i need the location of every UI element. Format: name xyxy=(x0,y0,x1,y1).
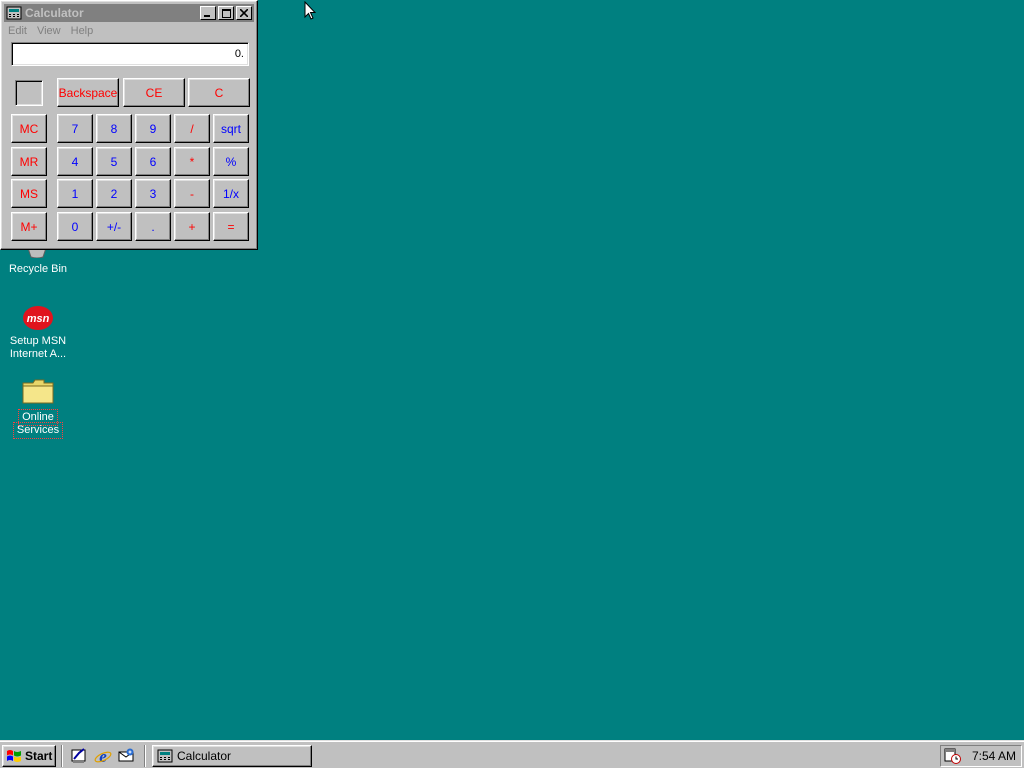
menu-bar: Edit View Help xyxy=(4,22,254,40)
desktop-icon-setup-msn[interactable]: msn Setup MSN Internet A... xyxy=(3,305,73,361)
sign-toggle-button[interactable]: +/- xyxy=(96,212,132,241)
memory-recall-button[interactable]: MR xyxy=(11,147,47,176)
backspace-button[interactable]: Backspace xyxy=(57,78,119,107)
digit-2-button[interactable]: 2 xyxy=(96,179,132,208)
reciprocal-button[interactable]: 1/x xyxy=(213,179,249,208)
calculator-app-icon xyxy=(6,6,22,20)
menu-help[interactable]: Help xyxy=(71,25,94,37)
digit-0-button[interactable]: 0 xyxy=(57,212,93,241)
percent-button[interactable]: % xyxy=(213,147,249,176)
calculator-display: 0. xyxy=(11,42,249,66)
multiply-button[interactable]: * xyxy=(174,147,210,176)
memory-add-button[interactable]: M+ xyxy=(11,212,47,241)
digit-1-button[interactable]: 1 xyxy=(57,179,93,208)
outlook-express-icon[interactable] xyxy=(117,747,135,765)
maximize-button[interactable] xyxy=(218,6,234,20)
sqrt-button[interactable]: sqrt xyxy=(213,114,249,143)
svg-text:e: e xyxy=(99,747,107,765)
minimize-button[interactable] xyxy=(200,6,216,20)
icon-label: Setup MSN xyxy=(9,335,67,347)
subtract-button[interactable]: - xyxy=(174,179,210,208)
memory-indicator xyxy=(15,80,43,106)
memory-clear-button[interactable]: MC xyxy=(11,114,47,143)
clear-entry-button[interactable]: CE xyxy=(123,78,185,107)
system-tray: 7:54 AM xyxy=(940,745,1022,767)
desktop-icon-recycle-bin[interactable]: Recycle Bin xyxy=(3,263,73,276)
digit-3-button[interactable]: 3 xyxy=(135,179,171,208)
icon-label: Recycle Bin xyxy=(8,263,68,275)
close-button[interactable] xyxy=(236,6,252,20)
icon-label: Services xyxy=(12,422,64,439)
taskbar-button-calculator[interactable]: Calculator xyxy=(152,745,312,767)
msn-logo-icon: msn xyxy=(22,305,54,331)
internet-explorer-icon[interactable]: e xyxy=(94,747,112,766)
icon-label: Internet A... xyxy=(9,348,67,360)
taskbar-separator xyxy=(61,745,63,767)
digit-5-button[interactable]: 5 xyxy=(96,147,132,176)
icon-label: Online xyxy=(18,409,58,426)
calculator-titlebar[interactable]: Calculator xyxy=(4,4,254,22)
maximize-icon xyxy=(221,8,231,18)
add-button[interactable]: + xyxy=(174,212,210,241)
menu-view[interactable]: View xyxy=(37,25,61,37)
equals-button[interactable]: = xyxy=(213,212,249,241)
task-label: Calculator xyxy=(177,749,232,763)
digit-6-button[interactable]: 6 xyxy=(135,147,171,176)
calculator-app-icon xyxy=(157,749,173,763)
windows-logo-icon xyxy=(7,750,21,762)
show-desktop-icon[interactable] xyxy=(70,747,88,765)
minimize-icon xyxy=(204,15,210,17)
digit-9-button[interactable]: 9 xyxy=(135,114,171,143)
msn-logo-text: msn xyxy=(27,313,50,325)
menu-edit[interactable]: Edit xyxy=(8,25,27,37)
digit-4-button[interactable]: 4 xyxy=(57,147,93,176)
scheduler-icon[interactable] xyxy=(944,748,962,764)
clock[interactable]: 7:54 AM xyxy=(972,749,1016,763)
desktop-icon-online-services[interactable]: Online Services xyxy=(3,377,73,439)
start-button[interactable]: Start xyxy=(2,745,56,767)
taskbar-separator xyxy=(144,745,146,767)
digit-7-button[interactable]: 7 xyxy=(57,114,93,143)
mouse-cursor-icon xyxy=(304,0,317,23)
clear-button[interactable]: C xyxy=(188,78,250,107)
folder-icon xyxy=(22,377,54,405)
divide-button[interactable]: / xyxy=(174,114,210,143)
digit-8-button[interactable]: 8 xyxy=(96,114,132,143)
taskbar: Start e Calculator 7:54 AM xyxy=(0,740,1024,768)
decimal-point-button[interactable]: . xyxy=(135,212,171,241)
memory-store-button[interactable]: MS xyxy=(11,179,47,208)
window-title: Calculator xyxy=(25,6,84,20)
close-icon xyxy=(240,9,248,17)
start-label: Start xyxy=(25,749,53,763)
